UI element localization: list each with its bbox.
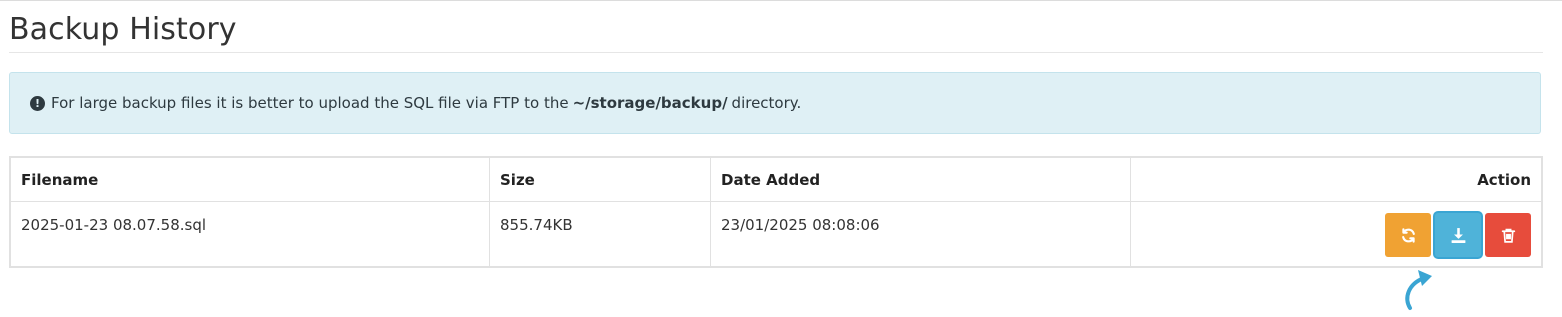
alert-text-after: directory. — [731, 94, 802, 112]
refresh-icon — [1401, 227, 1415, 243]
header-date-added: Date Added — [710, 157, 1131, 202]
trash-icon — [1501, 228, 1515, 243]
alert-text-before: For large backup files it is better to u… — [51, 94, 569, 112]
cell-date-added: 23/01/2025 08:08:06 — [710, 201, 1131, 267]
top-border — [0, 0, 1562, 1]
header-filename: Filename — [10, 157, 490, 202]
annotation-arrow-icon — [1405, 270, 1432, 310]
cell-size: 855.74KB — [489, 201, 711, 267]
cell-actions — [1130, 201, 1542, 267]
table-row: 2025-01-23 08.07.58.sql 855.74KB 23/01/2… — [10, 201, 1542, 267]
title-divider — [9, 52, 1543, 53]
restore-button[interactable] — [1385, 213, 1431, 257]
header-size: Size — [489, 157, 711, 202]
download-button[interactable] — [1435, 213, 1481, 257]
backup-table: Filename Size Date Added Action 2025-01-… — [9, 156, 1543, 268]
download-icon — [1451, 227, 1465, 243]
delete-button[interactable] — [1485, 213, 1531, 257]
cell-filename: 2025-01-23 08.07.58.sql — [10, 201, 490, 267]
info-alert: ! For large backup files it is better to… — [9, 72, 1541, 134]
header-action: Action — [1130, 157, 1542, 202]
table-header-row: Filename Size Date Added Action — [10, 157, 1542, 202]
alert-path: ~/storage/backup/ — [572, 94, 728, 112]
page-title: Backup History — [9, 12, 237, 47]
action-button-group — [1141, 213, 1531, 257]
exclamation-circle-icon: ! — [30, 95, 45, 111]
